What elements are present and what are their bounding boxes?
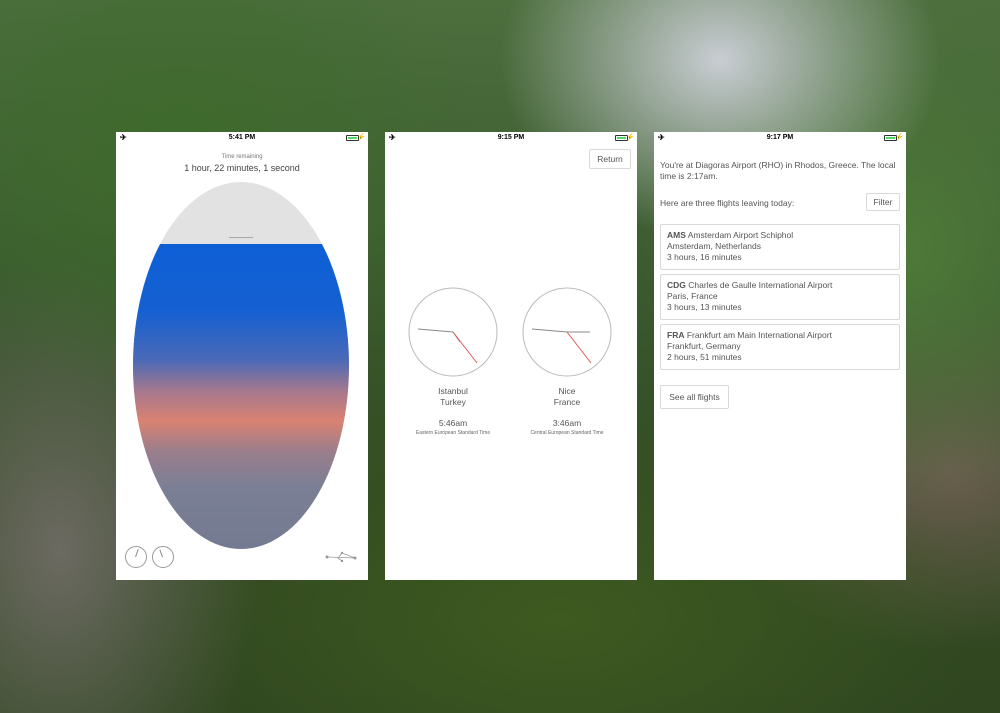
- clock-timezone: Eastern European Standard Time: [415, 430, 491, 436]
- clock-city: Istanbul Turkey: [388, 386, 518, 408]
- flights-label: Here are three flights leaving today:: [660, 198, 795, 208]
- flight-duration: 3 hours, 16 minutes: [667, 252, 742, 262]
- progress-fill: [133, 244, 349, 549]
- analog-clock-nice: [522, 287, 612, 377]
- clock-city: Nice France: [502, 386, 632, 408]
- status-bar: ✈ 5:41 PM ⚡: [116, 132, 368, 145]
- airport-name: Charles de Gaulle International Airport: [688, 280, 833, 290]
- see-all-flights-button[interactable]: See all flights: [660, 385, 729, 409]
- charging-icon: ⚡: [895, 134, 904, 141]
- airport-name: Amsterdam Airport Schiphol: [687, 230, 794, 240]
- charging-icon: ⚡: [626, 134, 635, 141]
- airport-name: Frankfurt am Main International Airport: [686, 330, 832, 340]
- world-clock-screen: ✈ 9:15 PM ⚡ Return Istanbul Turkey 5:46a…: [385, 132, 637, 580]
- clock-icon[interactable]: [125, 546, 147, 568]
- flight-code: FRA: [667, 330, 685, 340]
- flights-screen: ✈ 9:17 PM ⚡ You're at Diagoras Airport (…: [654, 132, 906, 580]
- city-name: Nice: [558, 386, 576, 396]
- time-remaining-label: Time remaining: [221, 154, 263, 160]
- status-time: 5:41 PM: [228, 134, 256, 141]
- flight-code: AMS: [667, 230, 686, 240]
- clock-timezone: Central European Standard Time: [530, 430, 604, 436]
- charging-icon: ⚡: [357, 134, 366, 141]
- flight-code: CDG: [667, 280, 686, 290]
- clock-icon[interactable]: [152, 546, 174, 568]
- flight-card[interactable]: FRA Frankfurt am Main International Airp…: [660, 324, 900, 370]
- flight-location: Paris, France: [667, 291, 718, 301]
- analog-clock-istanbul: [408, 287, 498, 377]
- filter-button[interactable]: Filter: [866, 193, 900, 211]
- return-button[interactable]: Return: [589, 149, 631, 169]
- timer-screen: ✈ 5:41 PM ⚡ Time remaining 1 hour, 22 mi…: [116, 132, 368, 580]
- flight-card[interactable]: AMS Amsterdam Airport Schiphol Amsterdam…: [660, 224, 900, 270]
- location-intro: You're at Diagoras Airport (RHO) in Rhod…: [660, 160, 896, 181]
- country-name: Turkey: [440, 397, 466, 407]
- clock-time: 5:46am: [438, 418, 468, 428]
- status-bar: ✈ 9:17 PM ⚡: [654, 132, 906, 145]
- divider-line: [229, 237, 253, 238]
- flight-location: Amsterdam, Netherlands: [667, 241, 762, 251]
- clock-time: 3:46am: [552, 418, 582, 428]
- progress-ellipse: [133, 182, 349, 549]
- flight-duration: 2 hours, 51 minutes: [667, 352, 742, 362]
- city-name: Istanbul: [438, 386, 468, 396]
- flight-location: Frankfurt, Germany: [667, 341, 741, 351]
- country-name: France: [553, 397, 581, 407]
- flight-duration: 3 hours, 13 minutes: [667, 302, 742, 312]
- status-time: 9:15 PM: [497, 134, 525, 141]
- network-icon[interactable]: [324, 550, 358, 564]
- time-remaining-value: 1 hour, 22 minutes, 1 second: [184, 163, 300, 173]
- status-time: 9:17 PM: [766, 134, 794, 141]
- status-bar: ✈ 9:15 PM ⚡: [385, 132, 637, 145]
- flight-card[interactable]: CDG Charles de Gaulle International Airp…: [660, 274, 900, 320]
